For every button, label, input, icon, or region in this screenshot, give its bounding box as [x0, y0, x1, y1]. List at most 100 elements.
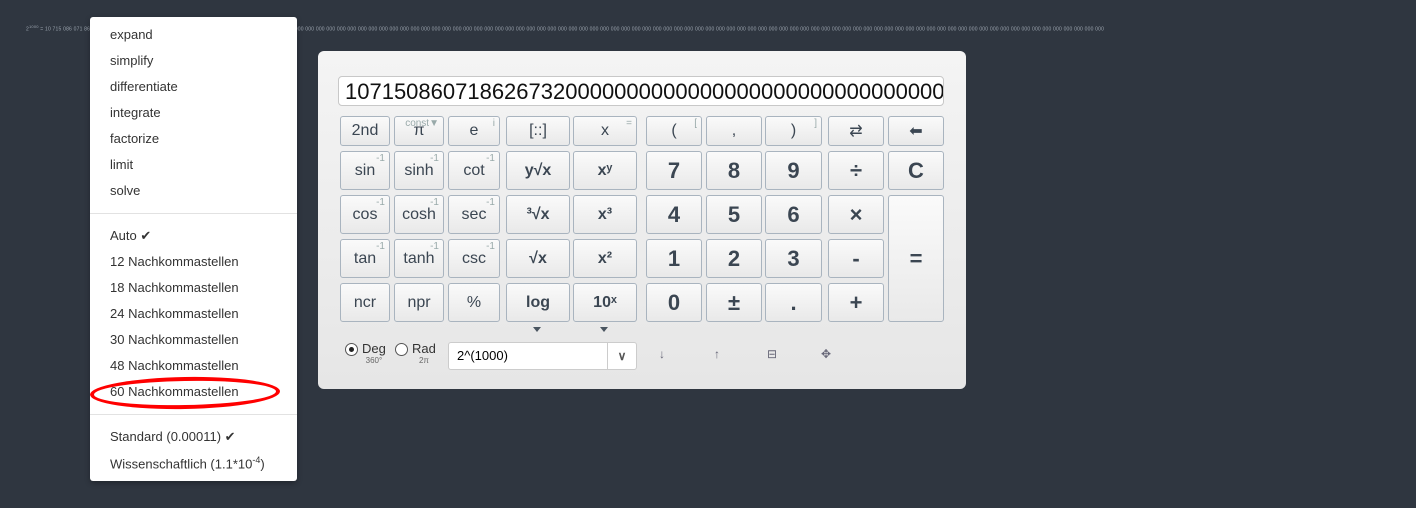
menu-item-precision-0[interactable]: Auto ✔ — [110, 228, 151, 244]
menu-item-limit[interactable]: limit — [110, 157, 133, 172]
button-label: + — [849, 289, 863, 315]
calc-button-%[interactable]: % — [448, 283, 500, 322]
button-label: ⇄ — [849, 123, 863, 140]
button-label: 2nd — [351, 122, 379, 139]
calc-button-y√x[interactable]: y√x — [506, 151, 570, 190]
calc-button-x[interactable]: x = — [573, 116, 637, 146]
log-caret-icon[interactable] — [533, 327, 541, 332]
calc-button-0[interactable]: 0 — [646, 283, 702, 322]
calc-button-9[interactable]: 9 — [765, 151, 822, 190]
calc-button-1[interactable]: 1 — [646, 239, 702, 278]
move-icon[interactable]: ✥ — [821, 347, 831, 361]
calc-button-ncr[interactable]: ncr — [340, 283, 390, 322]
menu-item-label: solve — [110, 183, 141, 198]
arrow-down-icon[interactable]: ↓ — [659, 347, 665, 361]
button-label: 6 — [787, 201, 800, 227]
chevron-down-icon[interactable]: ∨ — [607, 343, 636, 369]
button-label: , — [731, 122, 737, 139]
button-label: tan — [353, 249, 377, 267]
button-label: csc — [462, 249, 486, 267]
calc-button-equals[interactable]: = — [888, 195, 944, 322]
calc-button-3[interactable]: 3 — [765, 239, 822, 278]
menu-item-precision-4[interactable]: 30 Nachkommastellen — [110, 332, 239, 347]
menu-item-label: limit — [110, 157, 134, 172]
menu-item-differentiate[interactable]: differentiate — [110, 79, 178, 94]
rad-sub: 2π — [418, 356, 429, 365]
button-label: cosh — [402, 205, 436, 223]
button-label: npr — [407, 293, 431, 311]
calc-button-npr[interactable]: npr — [394, 283, 444, 322]
calc-button-⬅[interactable]: ⬅ — [888, 116, 944, 146]
calc-button-2nd[interactable]: 2nd — [340, 116, 390, 146]
button-label: 3 — [787, 245, 800, 271]
calc-button-)[interactable]: )] — [765, 116, 822, 146]
calculator: 1071508607186267320000000000000000000000… — [318, 51, 966, 389]
calc-button-5[interactable]: 5 — [706, 195, 762, 234]
calc-button-,[interactable]: , — [706, 116, 762, 146]
menu-item-label: 48 Nachkommastellen — [110, 358, 239, 373]
calc-button-([interactable]: ([ — [646, 116, 702, 146]
calc-button-csc[interactable]: csc -1 — [448, 239, 500, 278]
menu-item-scientific[interactable]: Wissenschaftlich (1.1*10-4) — [110, 455, 265, 471]
calc-button-tanh[interactable]: tanh -1 — [394, 239, 444, 278]
calc-button-×[interactable]: × — [828, 195, 884, 234]
radio-icon — [345, 343, 358, 356]
button-label: 1 — [667, 245, 681, 271]
calc-button-cos[interactable]: cos -1 — [340, 195, 390, 234]
calc-button-³√x[interactable]: ³√x — [506, 195, 570, 234]
rad-radio[interactable]: Rad 2π — [395, 341, 436, 365]
calc-button-10ˣ[interactable]: 10ˣ — [573, 283, 637, 322]
menu-item-precision-5[interactable]: 48 Nachkommastellen — [110, 358, 239, 373]
calc-button-+[interactable]: + — [828, 283, 884, 322]
calc-button-[::][interactable]: [::] — [506, 116, 570, 146]
calc-button-7[interactable]: 7 — [646, 151, 702, 190]
menu-item-precision-2[interactable]: 18 Nachkommastellen — [110, 280, 239, 295]
deg-label: Deg — [362, 341, 386, 356]
calc-button-6[interactable]: 6 — [765, 195, 822, 234]
button-secondary-label: = — [626, 118, 632, 129]
button-label: ± — [727, 289, 741, 315]
calc-button-π[interactable]: π const▼ — [394, 116, 444, 146]
menu-item-standard[interactable]: Standard (0.00011) ✔ — [110, 429, 236, 445]
calc-button-e[interactable]: ei — [448, 116, 500, 146]
memory-icon[interactable]: ⊟ — [767, 347, 777, 361]
calc-button-C[interactable]: C — [888, 151, 944, 190]
calc-button-sinh[interactable]: sinh -1 — [394, 151, 444, 190]
button-label: tanh — [403, 249, 435, 267]
button-label: √x — [529, 249, 547, 267]
calc-button-.[interactable]: . — [765, 283, 822, 322]
calc-button-⇄[interactable]: ⇄ — [828, 116, 884, 146]
calc-button-sec[interactable]: sec -1 — [448, 195, 500, 234]
calc-button-log[interactable]: log — [506, 283, 570, 322]
menu-item-integrate[interactable]: integrate — [110, 105, 161, 120]
radio-icon — [395, 343, 408, 356]
calc-button-x³[interactable]: x³ — [573, 195, 637, 234]
calc-button--[interactable]: - — [828, 239, 884, 278]
deg-radio[interactable]: Deg 360° — [345, 341, 386, 365]
calc-button-2[interactable]: 2 — [706, 239, 762, 278]
calc-button-8[interactable]: 8 — [706, 151, 762, 190]
menu-item-precision-3[interactable]: 24 Nachkommastellen — [110, 306, 239, 321]
calc-button-4[interactable]: 4 — [646, 195, 702, 234]
menu-item-precision-1[interactable]: 12 Nachkommastellen — [110, 254, 239, 269]
calc-button-cot[interactable]: cot -1 — [448, 151, 500, 190]
history-select[interactable]: 2^(1000) ∨ — [448, 342, 637, 370]
menu-item-solve[interactable]: solve — [110, 183, 140, 198]
calc-button-÷[interactable]: ÷ — [828, 151, 884, 190]
calc-button-√x[interactable]: √x — [506, 239, 570, 278]
calc-button-x²[interactable]: x² — [573, 239, 637, 278]
menu-item-factorize[interactable]: factorize — [110, 131, 159, 146]
calculator-display[interactable]: 1071508607186267320000000000000000000000… — [338, 76, 944, 106]
calc-button-tan[interactable]: tan -1 — [340, 239, 390, 278]
calc-button-sin[interactable]: sin -1 — [340, 151, 390, 190]
menu-item-precision-6[interactable]: 60 Nachkommastellen — [110, 384, 239, 399]
button-secondary-label: -1 — [486, 153, 495, 164]
arrow-up-icon[interactable]: ↑ — [714, 347, 720, 361]
calc-button-±[interactable]: ± — [706, 283, 762, 322]
button-label: ÷ — [849, 157, 863, 183]
calc-button-cosh[interactable]: cosh -1 — [394, 195, 444, 234]
menu-item-simplify[interactable]: simplify — [110, 53, 153, 68]
menu-item-expand[interactable]: expand — [110, 27, 153, 42]
pow10-caret-icon[interactable] — [600, 327, 608, 332]
calc-button-xʸ[interactable]: xʸ — [573, 151, 637, 190]
